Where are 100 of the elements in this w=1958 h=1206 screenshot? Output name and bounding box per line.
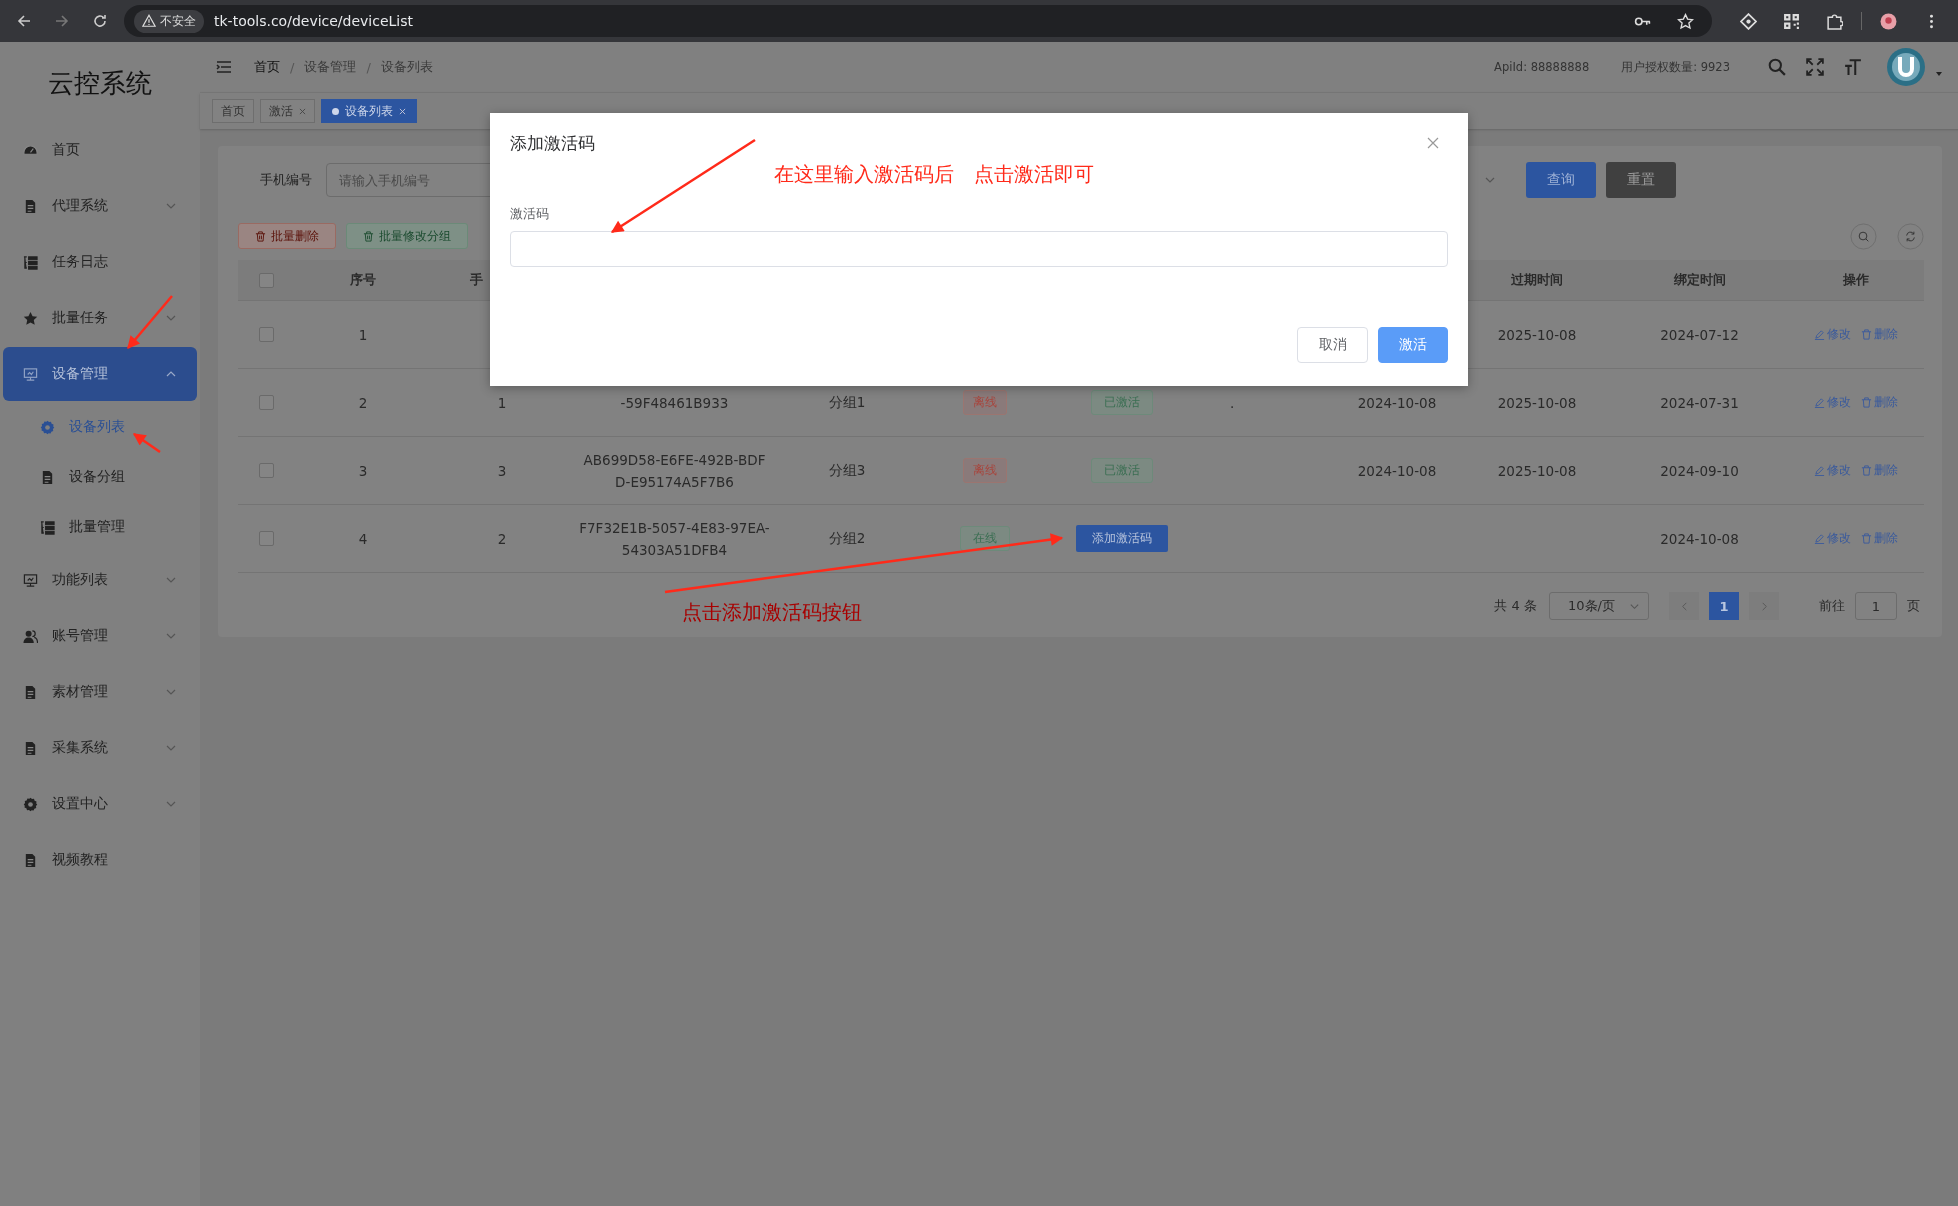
- qr-code-icon[interactable]: [1783, 12, 1800, 30]
- reload-icon[interactable]: [92, 13, 108, 29]
- breadcrumb-link[interactable]: 首页: [254, 58, 280, 76]
- extension-icon[interactable]: [1740, 12, 1757, 30]
- sidebar-subitem[interactable]: 批量管理: [0, 502, 200, 552]
- action-label: 修改: [1826, 530, 1851, 547]
- action-label: 修改: [1826, 326, 1851, 343]
- avatar-icon[interactable]: [1886, 47, 1926, 87]
- close-icon[interactable]: [299, 107, 306, 115]
- back-icon[interactable]: [16, 13, 32, 29]
- row-checkbox[interactable]: [258, 395, 274, 410]
- url-text: tk-tools.co/device/deviceList: [214, 13, 414, 29]
- search-icon[interactable]: [1850, 222, 1877, 250]
- sidebar-item[interactable]: 视频教程: [3, 832, 197, 888]
- pencil-icon: [1813, 465, 1825, 476]
- activation-code-field[interactable]: [510, 231, 1448, 267]
- trash-icon: [1860, 533, 1872, 544]
- row-checkbox[interactable]: [258, 463, 274, 478]
- sidebar-subitem[interactable]: 设备分组: [0, 452, 200, 502]
- puzzle-icon[interactable]: [1826, 12, 1843, 30]
- trash-icon: [363, 230, 374, 242]
- security-warning[interactable]: 不安全: [134, 9, 204, 33]
- table-cell: 2025-10-08: [1497, 394, 1577, 411]
- status-tag: 离线: [962, 458, 1007, 483]
- action-label: 删除: [1873, 326, 1898, 343]
- font-size-icon[interactable]: [1844, 58, 1862, 76]
- add-activation-code-button[interactable]: 添加激活码: [1076, 525, 1168, 552]
- sidebar-item[interactable]: 设置中心: [3, 776, 197, 832]
- page-size-select[interactable]: 10条/页: [1549, 592, 1649, 620]
- action-label: 修改: [1826, 394, 1851, 411]
- star-icon: [23, 310, 38, 326]
- table-cell: 2025-10-08: [1497, 462, 1577, 479]
- device-id-text: AB699D58-E6FE-492B-BDF D-E95174A5F7B6: [583, 450, 766, 492]
- document-icon: [40, 469, 55, 485]
- address-bar[interactable]: 不安全 tk-tools.co/device/deviceList: [124, 5, 1712, 37]
- select-all-checkbox[interactable]: [258, 272, 274, 288]
- page-jump-field[interactable]: 1: [1855, 592, 1897, 620]
- sidebar-item[interactable]: 账号管理: [3, 608, 197, 664]
- dialog-button[interactable]: 激活: [1378, 327, 1448, 363]
- filter-button[interactable]: 查询: [1526, 162, 1596, 198]
- toolbar-button[interactable]: 批量删除: [238, 223, 336, 249]
- fullscreen-icon[interactable]: [1806, 58, 1824, 76]
- sidebar-item[interactable]: 批量任务: [3, 290, 197, 346]
- annotation-arrow: [132, 432, 161, 454]
- action-label: 删除: [1873, 394, 1898, 411]
- table-cell: 2: [497, 530, 507, 547]
- sidebar-item[interactable]: 素材管理: [3, 664, 197, 720]
- document-icon: [23, 852, 38, 868]
- table-cell: 2025-10-08: [1497, 326, 1577, 343]
- forward-icon[interactable]: [54, 13, 70, 29]
- users-icon: [23, 628, 38, 644]
- column-header: 序号: [350, 271, 376, 289]
- sidebar-item[interactable]: 设备管理: [3, 347, 197, 401]
- table-cell: 1: [497, 394, 507, 411]
- sidebar-item[interactable]: 代理系统: [3, 178, 197, 234]
- filter-button[interactable]: 重置: [1606, 162, 1676, 198]
- annotation-arrow: [127, 295, 173, 349]
- device-id-text: -59F48461B933: [620, 393, 729, 413]
- sidebar-item[interactable]: 采集系统: [3, 720, 197, 776]
- refresh-icon[interactable]: [1897, 222, 1924, 250]
- table-cell: 3: [497, 462, 507, 479]
- app-title: 云控系统: [47, 67, 153, 100]
- license-count-text: 用户授权数量: 9923: [1621, 59, 1730, 75]
- api-id-text: ApiId: 88888888: [1494, 60, 1590, 74]
- menu-icon[interactable]: [216, 59, 232, 75]
- field-label: 激活码: [510, 206, 550, 223]
- tab-label: 激活: [269, 102, 293, 120]
- toolbar-button[interactable]: 批量修改分组: [346, 223, 468, 249]
- pencil-icon: [1813, 533, 1825, 544]
- page-tab[interactable]: 激活: [260, 99, 315, 123]
- breadcrumb-link[interactable]: 设备管理: [304, 58, 357, 76]
- action-label: 修改: [1826, 462, 1851, 479]
- page-tab[interactable]: 首页: [212, 99, 254, 123]
- table-cell: 4: [358, 530, 368, 547]
- device-id-text: F7F32E1B-5057-4E83-97EA- 54303A51DFB4: [579, 518, 770, 560]
- page-suffix: 页: [1907, 597, 1920, 615]
- document-icon: [23, 684, 38, 700]
- table-cell: 2024-10-08: [1660, 530, 1739, 547]
- star-icon[interactable]: [1677, 12, 1694, 30]
- page-number[interactable]: 1: [1709, 592, 1739, 620]
- action-label: 删除: [1873, 462, 1898, 479]
- dialog-title: 添加激活码: [510, 131, 595, 155]
- sidebar-item[interactable]: 任务日志: [3, 234, 197, 290]
- action-label: 删除: [1873, 530, 1898, 547]
- dialog-button[interactable]: 取消: [1297, 327, 1368, 363]
- sidebar-item[interactable]: 功能列表: [3, 552, 197, 608]
- search-icon[interactable]: [1768, 58, 1786, 76]
- sidebar-item[interactable]: 首页: [3, 122, 197, 178]
- table-cell: 2024-10-08: [1357, 462, 1437, 479]
- breadcrumb-link[interactable]: 设备列表: [380, 58, 433, 76]
- row-checkbox[interactable]: [258, 327, 274, 342]
- table-cell: 3: [358, 462, 368, 479]
- close-icon[interactable]: [1427, 137, 1439, 149]
- tab-label: 设备列表: [345, 102, 393, 120]
- table-cell: 1: [358, 326, 368, 343]
- table-cell: 2024-10-08: [1357, 394, 1437, 411]
- profile-avatar-icon[interactable]: [1880, 12, 1897, 30]
- page-tab[interactable]: 设备列表: [321, 99, 417, 123]
- row-checkbox[interactable]: [258, 531, 274, 546]
- gear-icon: [23, 796, 38, 812]
